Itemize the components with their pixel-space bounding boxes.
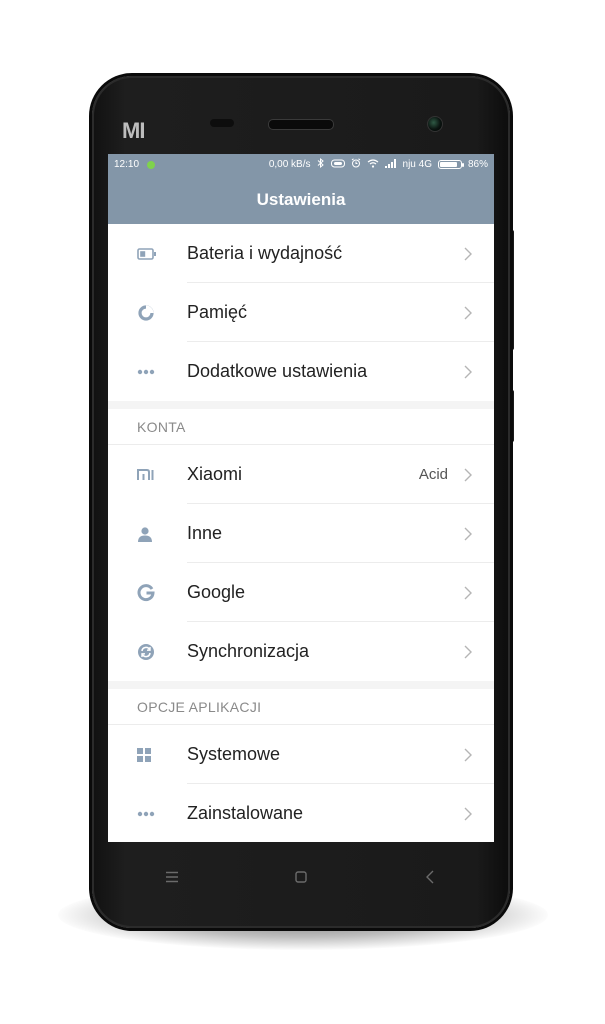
menu-icon[interactable] (152, 862, 192, 892)
title-bar: Ustawienia (108, 175, 494, 224)
chevron-right-icon (458, 748, 478, 762)
chevron-right-icon (458, 306, 478, 320)
page-title: Ustawienia (256, 189, 346, 209)
status-battery-percent: 86% (467, 159, 488, 170)
section-header-accounts: KONTA (108, 409, 494, 445)
more-dots-icon (108, 369, 187, 375)
settings-item-battery[interactable]: Bateria i wydajność (108, 224, 494, 283)
settings-item-other[interactable]: Inne (108, 504, 494, 563)
battery-icon (437, 160, 464, 169)
settings-item-installed-apps[interactable]: Zainstalowane (108, 784, 494, 842)
settings-item-sync[interactable]: Synchronizacja (108, 622, 494, 681)
chevron-right-icon (458, 247, 478, 261)
power-button (510, 390, 514, 442)
settings-item-label: Synchronizacja (187, 641, 310, 661)
chevron-right-icon (458, 365, 478, 379)
mi-logo: MI (122, 118, 145, 143)
settings-item-storage[interactable]: Pamięć (108, 283, 494, 342)
battery-setting-icon (108, 247, 187, 260)
home-icon[interactable] (281, 862, 321, 892)
battery-fill (439, 162, 458, 167)
earpiece (268, 119, 334, 130)
grid-apps-icon (108, 747, 187, 762)
signal-icon (384, 158, 397, 171)
settings-list: Bateria i wydajność Pamięć Dodatkowe ust… (108, 224, 494, 842)
section-header-app-options: OPCJE APLIKACJI (108, 689, 494, 725)
account-value: Acid (418, 466, 448, 483)
bluetooth-icon (317, 157, 325, 171)
section-divider (108, 681, 494, 689)
vr-icon (330, 159, 345, 171)
stage: MI 12:10 0,00 kB/s nju 4G 86% Ustawienia… (0, 0, 605, 1024)
settings-item-label: Xiaomi (187, 464, 243, 484)
chevron-right-icon (458, 586, 478, 600)
status-net-speed: 0,00 kB/s (268, 159, 311, 170)
status-bar: 12:10 0,00 kB/s nju 4G 86% (108, 154, 494, 175)
settings-item-label: Systemowe (187, 744, 281, 764)
more-dots-icon (108, 811, 187, 817)
section-divider (108, 401, 494, 409)
settings-item-label: Zainstalowane (187, 803, 304, 823)
front-camera (427, 116, 443, 132)
person-icon (108, 526, 187, 542)
settings-item-label: Google (187, 582, 246, 602)
volume-button (510, 230, 514, 350)
chevron-right-icon (458, 807, 478, 821)
nav-bar (108, 842, 494, 912)
chevron-right-icon (458, 468, 478, 482)
settings-item-label: Dodatkowe ustawienia (187, 361, 368, 381)
sync-icon (108, 643, 187, 661)
status-time: 12:10 (114, 159, 140, 170)
chevron-right-icon (458, 527, 478, 541)
settings-item-label: Bateria i wydajność (187, 243, 343, 263)
settings-item-system-apps[interactable]: Systemowe (108, 725, 494, 784)
back-icon[interactable] (410, 862, 450, 892)
proximity-sensor (210, 119, 234, 127)
google-icon (108, 583, 187, 602)
storage-icon (108, 304, 187, 322)
status-carrier: nju 4G (402, 159, 432, 170)
alarm-icon (351, 158, 361, 171)
settings-item-additional[interactable]: Dodatkowe ustawienia (108, 342, 494, 401)
settings-item-label: Pamięć (187, 302, 248, 322)
wifi-icon (367, 158, 379, 171)
notification-dot-icon (147, 160, 156, 169)
mi-account-icon (108, 468, 187, 481)
settings-item-google[interactable]: Google (108, 563, 494, 622)
settings-item-xiaomi[interactable]: Xiaomi Acid (108, 445, 494, 504)
settings-item-label: Inne (187, 523, 223, 543)
chevron-right-icon (458, 645, 478, 659)
screen: 12:10 0,00 kB/s nju 4G 86% Ustawienia Ba… (108, 154, 494, 842)
